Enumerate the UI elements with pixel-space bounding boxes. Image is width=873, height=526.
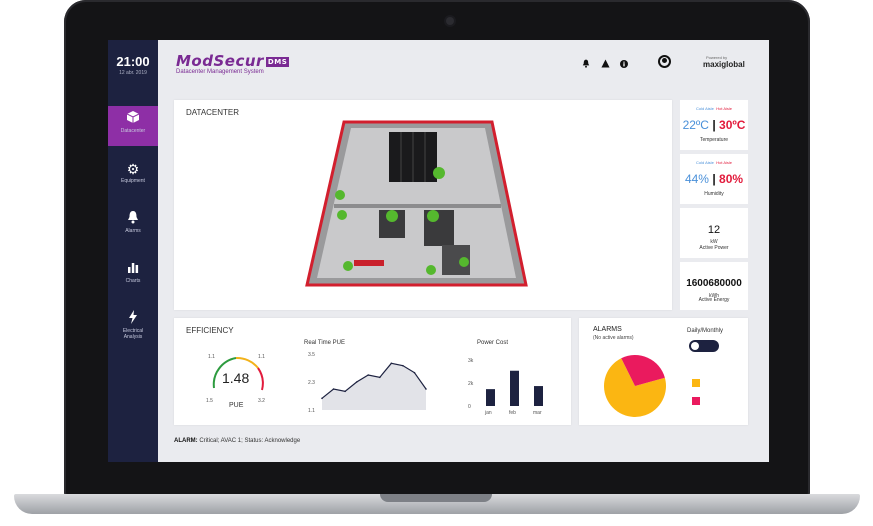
logo-text: ModSecur	[176, 52, 264, 70]
bar	[534, 386, 543, 406]
logo: ModSecur DMS	[176, 52, 290, 70]
x-tick-label: mar	[533, 410, 542, 416]
temperature-values: 22ºC | 30ºC	[682, 118, 746, 132]
temperature-card: Cold Aisle Hot Aisle 22ºC | 30ºC Tempera…	[680, 100, 748, 150]
line-point	[402, 364, 404, 367]
sidebar-item-label: Alarms	[125, 228, 141, 234]
screen: 21:00 12 abr. 2019 Datacenter ⚙ Equipmen…	[108, 40, 769, 462]
y-tick-label: 2.3	[308, 380, 315, 386]
x-tick-label: jan	[484, 410, 492, 416]
active-energy-value: 1600680000	[686, 278, 742, 289]
lightning-icon	[108, 310, 158, 328]
gauge-tick: 3.2	[258, 398, 265, 404]
app-subtitle: Datacenter Management System	[176, 69, 264, 75]
line-point	[321, 397, 323, 400]
active-power-card: 12 kW Active Power	[680, 208, 748, 258]
humidity-values: 44% | 80%	[684, 172, 744, 186]
sidebar-item-label: Equipment	[121, 178, 145, 184]
sidebar-item-equipment[interactable]: ⚙ Equipment	[108, 156, 158, 196]
sidebar-item-label: Charts	[125, 278, 141, 284]
power-cost-chart: jan feb mar 3k 2k 0	[468, 358, 543, 416]
gauge-tick: 1.1	[258, 354, 265, 360]
realtime-pue-chart: 3.5 2.3 1.1	[308, 352, 427, 414]
line-point	[390, 362, 393, 365]
alarms-panel: ALARMS (No active alarms) Daily/Monthly	[579, 318, 748, 425]
line-point	[332, 388, 335, 390]
gauge-tick: 1.1	[208, 354, 215, 360]
header: ModSecur DMS Datacenter Management System…	[158, 40, 769, 92]
pue-value: 1.48	[222, 370, 250, 386]
legend-swatch-yellow	[692, 379, 700, 387]
efficiency-panel: EFFICIENCY 3.5 2.3 1.1 jan feb mar 3k 2k 0 1.1 …	[174, 318, 571, 425]
cold-aisle-label: Cold Aisle	[696, 106, 714, 111]
cold-humidity: 44%	[684, 172, 709, 186]
clock-time: 21:00	[116, 54, 150, 69]
alarms-pie-chart	[604, 355, 666, 417]
line-point	[378, 376, 381, 379]
active-energy-label: Active Energy	[698, 297, 730, 303]
cube-icon	[108, 110, 158, 128]
clock-date: 12 abr. 2019	[119, 70, 147, 76]
bar-chart-icon	[108, 260, 158, 278]
line-point	[344, 390, 346, 393]
line-point	[367, 374, 370, 376]
logo-tag: DMS	[265, 56, 290, 67]
x-tick-label: feb	[509, 410, 516, 416]
active-power-value: 12	[707, 224, 721, 236]
sidebar-item-label: Datacenter	[120, 128, 146, 134]
gauge-tick: 1.5	[206, 398, 213, 404]
alarm-status-text: Critical; AVAC 1; Status: Acknowledge	[199, 438, 301, 444]
datacenter-panel: DATACENTER	[174, 100, 672, 310]
sidebar-item-label: Electrical Analysis	[122, 328, 144, 340]
y-tick-label: 3k	[468, 358, 474, 364]
sidebar: 21:00 12 abr. 2019 Datacenter ⚙ Equipmen…	[108, 40, 158, 462]
sidebar-item-datacenter[interactable]: Datacenter	[108, 106, 158, 146]
warning-icon[interactable]	[600, 59, 621, 70]
line-point	[355, 381, 358, 383]
bar	[510, 370, 519, 406]
y-tick-label: 0	[468, 404, 471, 410]
brand-logo: maxiglobal	[703, 60, 745, 69]
datacenter-3d-view[interactable]	[174, 100, 672, 310]
pue-label: PUE	[229, 402, 244, 409]
humidity-label: Humidity	[704, 191, 724, 197]
line-point	[425, 388, 427, 390]
humidity-card: Cold Aisle Hot Aisle 44% | 80% Humidity	[680, 154, 748, 204]
bar	[486, 389, 495, 406]
camera-icon	[446, 17, 454, 25]
realtime-pue-title: Real Time PUE	[304, 340, 346, 346]
y-tick-label: 3.5	[308, 352, 315, 358]
legend-swatch-pink	[692, 397, 700, 405]
y-tick-label: 2k	[468, 381, 474, 387]
gear-icon: ⚙	[126, 161, 140, 177]
alarm-status-bar: ALARM: Critical; AVAC 1; Status: Acknowl…	[174, 438, 300, 444]
active-power-label: Active Power	[699, 245, 729, 251]
sidebar-item-alarms[interactable]: Alarms	[108, 206, 158, 246]
hot-aisle-label: Hot Aisle	[716, 106, 732, 111]
hot-humidity: 80%	[719, 172, 744, 186]
info-icon[interactable]	[620, 60, 629, 70]
sidebar-item-charts[interactable]: Charts	[108, 256, 158, 296]
temperature-label: Temperature	[699, 137, 729, 143]
sidebar-item-electrical-analysis[interactable]: Electrical Analysis	[108, 306, 158, 350]
clock: 21:00 12 abr. 2019	[108, 54, 158, 76]
bell-icon[interactable]	[582, 59, 601, 70]
line-point	[413, 371, 416, 374]
cold-temp: 22ºC	[682, 118, 709, 132]
active-energy-card: 1600680000 kWh Active Energy	[680, 262, 748, 310]
hot-temp: 30ºC	[719, 118, 746, 132]
y-tick-label: 1.1	[308, 408, 315, 414]
cold-aisle-label: Cold Aisle	[696, 160, 714, 165]
alarm-prefix: ALARM:	[174, 438, 198, 444]
header-icons	[582, 59, 629, 70]
bell-icon	[108, 210, 158, 228]
power-cost-title: Power Cost	[477, 340, 509, 346]
user-avatar-icon[interactable]	[658, 55, 671, 68]
hot-aisle-label: Hot Aisle	[716, 160, 732, 165]
laptop-notch	[380, 494, 492, 502]
